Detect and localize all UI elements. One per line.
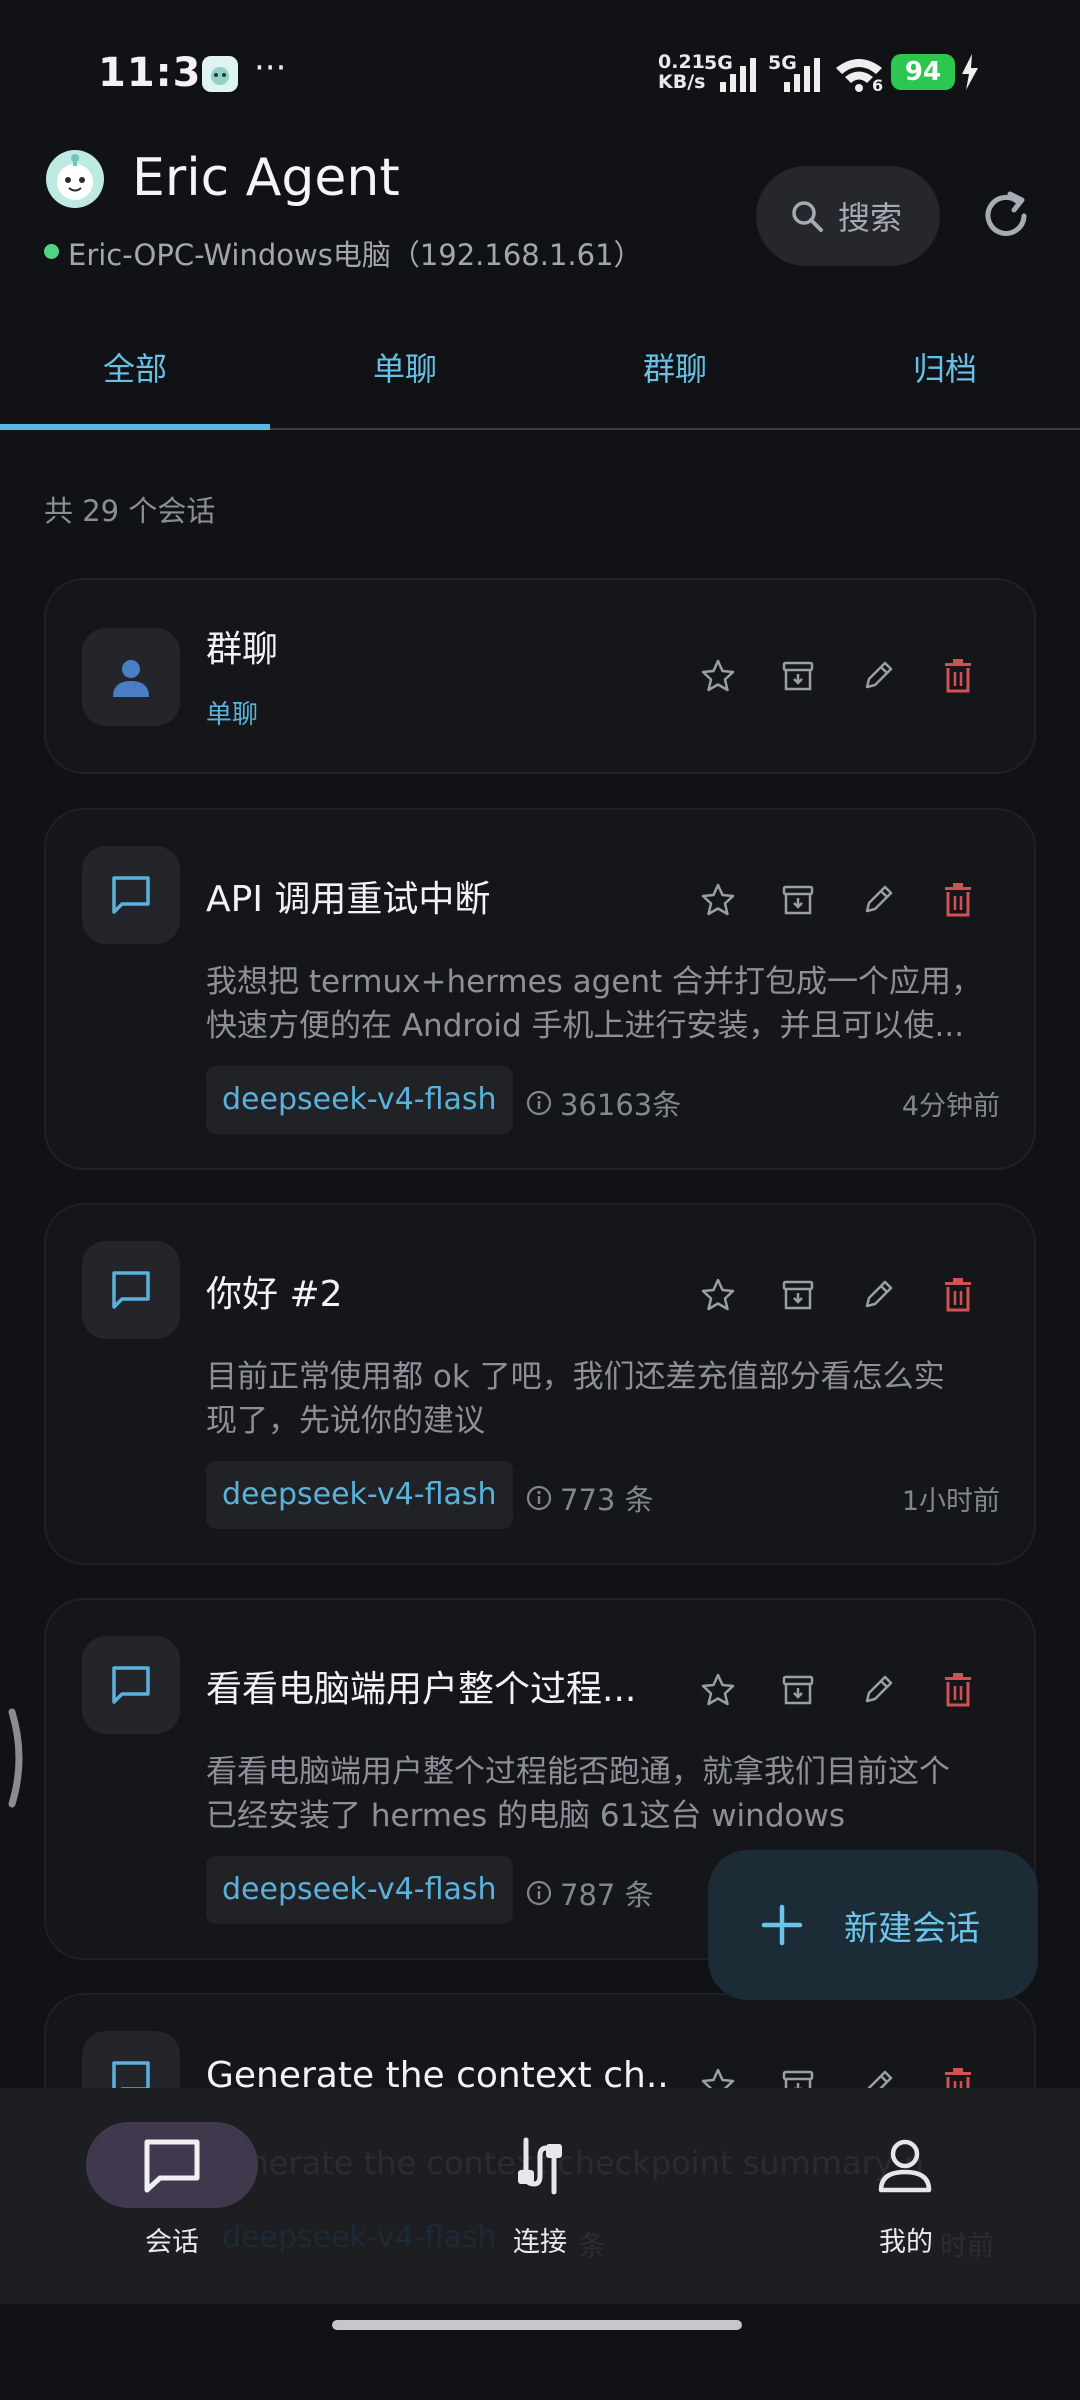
more-notifications-icon: ··· (254, 48, 287, 88)
edit-button[interactable] (854, 876, 902, 924)
tab-active-indicator (0, 424, 270, 430)
archive-icon (782, 885, 814, 915)
online-status-dot (44, 244, 59, 259)
new-conversation-button[interactable]: 新建会话 (708, 1850, 1038, 2000)
message-count: 773 条 (526, 1477, 654, 1519)
archive-button[interactable] (774, 1271, 822, 1319)
refresh-icon (985, 191, 1027, 236)
delete-button[interactable] (934, 1666, 982, 1714)
pencil-icon (865, 661, 893, 689)
trash-icon (945, 659, 971, 693)
conversation-title: 看看电脑端用户整个过程... (206, 1669, 637, 1710)
star-button[interactable] (694, 1666, 742, 1714)
archive-icon (782, 661, 814, 691)
new-conversation-label: 新建会话 (844, 1908, 980, 1949)
star-icon (701, 883, 735, 916)
model-chip: deepseek-v4-flash (206, 1856, 513, 1924)
edit-button[interactable] (854, 1271, 902, 1319)
star-icon (701, 1278, 735, 1311)
star-button[interactable] (694, 876, 742, 924)
chat-bubble-icon (82, 846, 180, 944)
conversation-preview: 目前正常使用都 ok 了吧，我们还差充值部分看怎么实 现了，先说你的建议 (206, 1359, 945, 1439)
nav-item-conversations[interactable] (140, 2136, 204, 2200)
star-icon (701, 1673, 735, 1706)
edit-button[interactable] (854, 1666, 902, 1714)
star-icon (701, 659, 735, 692)
model-chip: deepseek-v4-flash (206, 1066, 513, 1134)
archive-icon (782, 1280, 814, 1310)
conversation-type: 单聊 (206, 700, 259, 730)
search-icon (792, 201, 823, 232)
pencil-icon (865, 1280, 893, 1308)
star-button[interactable] (694, 1271, 742, 1319)
chat-bubble-icon (144, 2139, 200, 2193)
nav-label-conversations: 会话 (145, 2227, 199, 2258)
notification-app-icon (202, 56, 238, 92)
charging-icon (960, 54, 980, 94)
tab-group[interactable]: 群聊 (540, 344, 810, 390)
conversation-preview: 看看电脑端用户整个过程能否跑通，就拿我们目前这个 已经安装了 hermes 的电… (206, 1754, 950, 1834)
home-indicator[interactable] (332, 2320, 742, 2330)
conversation-card[interactable]: 你好 #2 目前正常使用都 ok 了吧，我们还差充值部分看怎么实 现了，先说你的… (44, 1203, 1036, 1565)
chat-bubble-icon (82, 1241, 180, 1339)
nav-label-connections: 连接 (513, 2227, 567, 2258)
refresh-button[interactable] (976, 186, 1036, 246)
archive-button[interactable] (774, 1666, 822, 1714)
search-label: 搜索 (838, 199, 903, 237)
app-logo-icon (46, 150, 104, 208)
archive-icon (782, 1675, 814, 1705)
delete-button[interactable] (934, 876, 982, 924)
pencil-icon (865, 1675, 893, 1703)
user-icon (878, 2139, 932, 2193)
trash-icon (945, 1278, 971, 1312)
conversation-title: 群聊 (206, 629, 279, 670)
search-button[interactable]: 搜索 (756, 166, 940, 266)
info-icon (526, 1880, 552, 1906)
nav-item-profile[interactable] (876, 2136, 934, 2200)
archive-button[interactable] (774, 876, 822, 924)
message-count: 36163条 (526, 1082, 681, 1124)
trash-icon (945, 883, 971, 917)
info-icon (526, 1090, 552, 1116)
conversation-title: API 调用重试中断 (206, 879, 491, 920)
conversation-card[interactable]: 群聊 单聊 (44, 578, 1036, 774)
pencil-icon (865, 885, 893, 913)
message-count: 787 条 (526, 1872, 654, 1914)
trash-icon (945, 1673, 971, 1707)
app-title: Eric Agent (132, 148, 400, 208)
archive-button[interactable] (774, 652, 822, 700)
tab-archive[interactable]: 归档 (810, 344, 1080, 390)
delete-button[interactable] (934, 652, 982, 700)
edit-button[interactable] (854, 652, 902, 700)
tab-all[interactable]: 全部 (0, 344, 270, 390)
conversation-title: 你好 #2 (206, 1274, 343, 1315)
nav-item-connections[interactable] (512, 2136, 568, 2200)
connection-label: Eric-OPC-Windows电脑（192.168.1.61） (68, 238, 643, 272)
plus-icon (761, 1904, 803, 1946)
tab-direct[interactable]: 单聊 (270, 344, 540, 390)
conversation-preview: 我想把 termux+hermes agent 合并打包成一个应用， 快速方便的… (206, 964, 983, 1044)
conversation-card[interactable]: API 调用重试中断 我想把 termux+hermes agent 合并打包成… (44, 808, 1036, 1170)
conversation-count: 共 29 个会话 (44, 494, 216, 528)
conversation-time: 4分钟前 (901, 1091, 1000, 1122)
wifi-icon: 6 (834, 56, 884, 96)
battery-indicator: 94 (891, 54, 955, 90)
star-button[interactable] (694, 652, 742, 700)
model-chip: deepseek-v4-flash (206, 1461, 513, 1529)
info-icon (526, 1485, 552, 1511)
nav-label-profile: 我的 (879, 2227, 933, 2258)
user-avatar-icon (82, 628, 180, 726)
network-speed: 0.21 KB/s (658, 51, 706, 93)
chat-bubble-icon (82, 1636, 180, 1734)
obscured-model-chip: deepseek-v4-flash (222, 2220, 497, 2255)
edge-swipe-handle[interactable] (8, 1708, 28, 1812)
plug-icon (518, 2137, 562, 2195)
delete-button[interactable] (934, 1271, 982, 1319)
conversation-time: 1小时前 (901, 1486, 1000, 1517)
